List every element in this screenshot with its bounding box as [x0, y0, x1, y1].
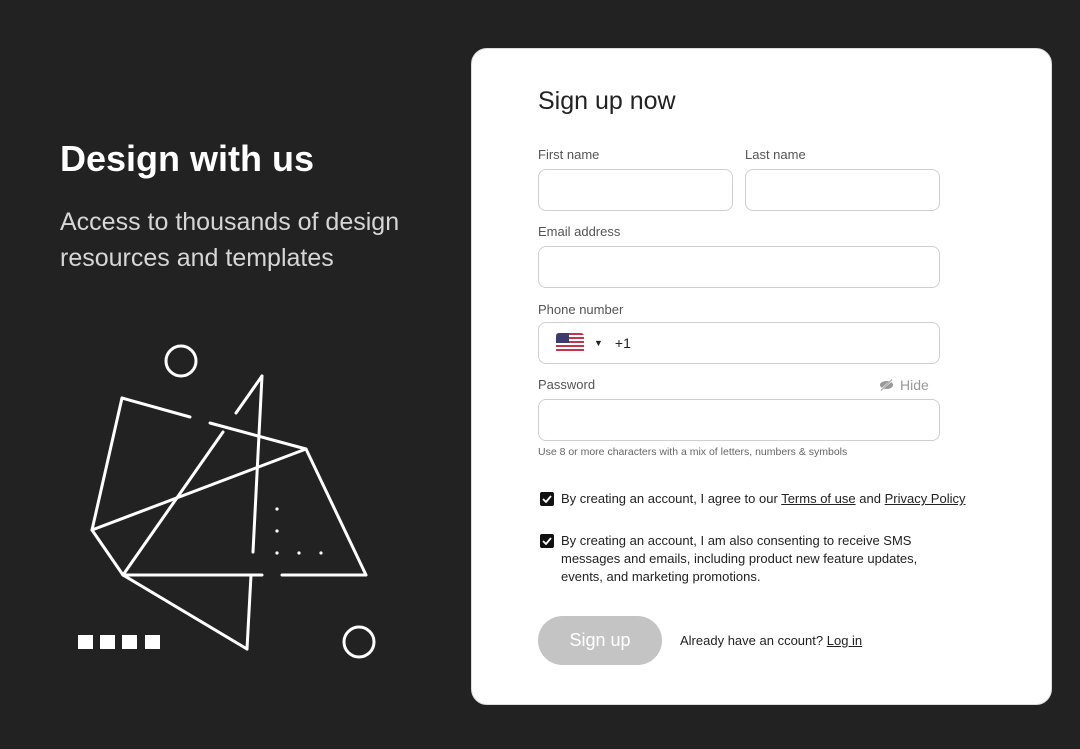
sms-consent-checkbox[interactable] [540, 534, 554, 548]
login-prompt: Already have an ccount? Log in [680, 632, 862, 650]
signup-card: Sign up now First name Last name Email a… [471, 48, 1052, 705]
password-label: Password [538, 377, 596, 392]
check-icon [542, 537, 552, 545]
circle-shape [164, 344, 198, 378]
sms-consent-text: By creating an account, I am also consen… [561, 533, 918, 584]
dial-code: +1 [614, 335, 631, 351]
email-label: Email address [538, 224, 621, 239]
sign-up-button[interactable]: Sign up [538, 616, 662, 665]
geometric-illustration [78, 344, 376, 659]
last-name-label: Last name [745, 147, 806, 162]
caret-down-icon: ▼ [594, 338, 603, 348]
last-name-input[interactable] [745, 169, 940, 211]
circle-shape [342, 625, 376, 659]
password-hint: Use 8 or more characters with a mix of l… [538, 446, 848, 458]
privacy-policy-link[interactable]: Privacy Policy [885, 491, 966, 506]
email-input[interactable] [538, 246, 940, 288]
terms-and: and [859, 491, 881, 506]
first-name-label: First name [538, 147, 600, 162]
terms-checkbox[interactable] [540, 492, 554, 506]
first-name-input[interactable] [538, 169, 733, 211]
login-prompt-text: Already have an ccount? [680, 633, 824, 648]
phone-input[interactable]: ▼ +1 [538, 322, 940, 364]
hide-label: Hide [900, 377, 929, 393]
eye-off-icon [880, 379, 893, 391]
terms-of-use-link[interactable]: Terms of use [781, 491, 855, 506]
password-input[interactable] [538, 399, 940, 441]
phone-label: Phone number [538, 302, 624, 317]
us-flag-icon [556, 333, 584, 353]
check-icon [542, 495, 552, 503]
terms-prefix: By creating an account, I agree to our [561, 491, 778, 506]
log-in-link[interactable]: Log in [827, 633, 862, 648]
password-visibility-toggle[interactable]: Hide [879, 377, 929, 393]
terms-text: By creating an account, I agree to our T… [561, 490, 1001, 508]
form-title: Sign up now [538, 87, 676, 115]
country-selector[interactable]: ▼ [556, 333, 603, 353]
